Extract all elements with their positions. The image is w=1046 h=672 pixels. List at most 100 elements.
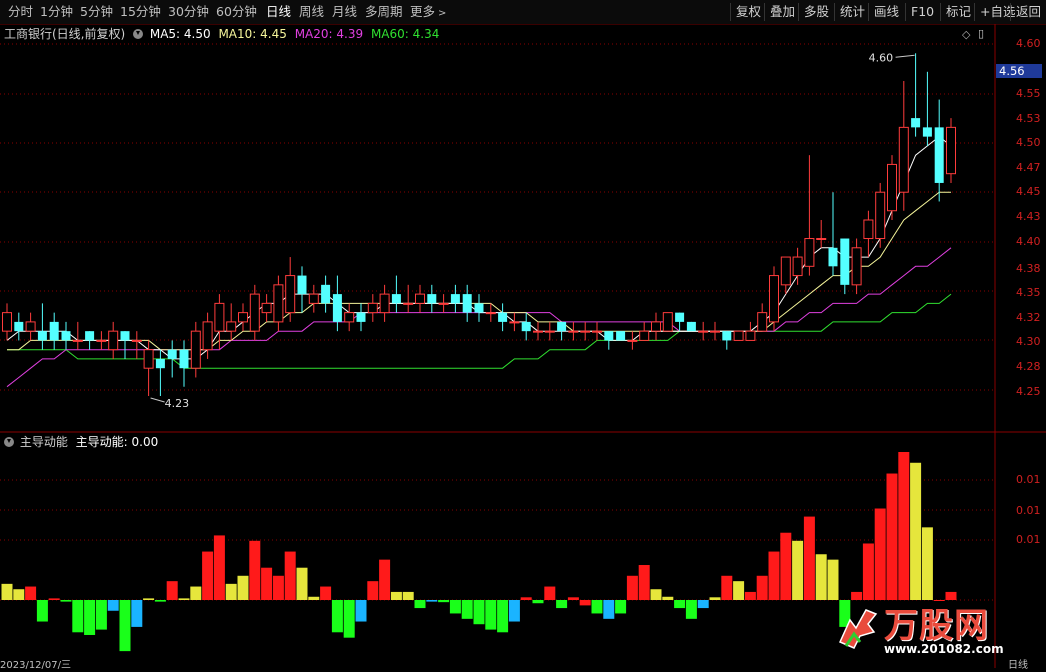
indicator-bar (84, 600, 96, 635)
indicator-bar (898, 452, 910, 600)
candle-body (427, 294, 437, 304)
indicator-bar (107, 600, 119, 611)
indicator-bar (780, 532, 792, 600)
kline-chart[interactable]: 4.60 4.23 (0, 0, 1046, 668)
indicator-bar (862, 543, 874, 600)
period-tab-5min[interactable]: 5分钟 (80, 4, 113, 20)
high-annotation: 4.60 (869, 51, 894, 64)
mark-button[interactable]: 标记 (940, 3, 971, 21)
ma10-label: MA10: 4.45 (218, 27, 287, 41)
indicator-bar (379, 559, 391, 600)
indicator-bar (343, 600, 355, 638)
period-tab-fenshi[interactable]: 分时 (8, 4, 33, 20)
indicator-bar (13, 589, 25, 600)
candle-body (167, 349, 177, 359)
candle-body (238, 312, 248, 323)
period-tab-1min[interactable]: 1分钟 (40, 4, 73, 20)
indicator-bar (237, 575, 249, 600)
candle-body (96, 339, 107, 342)
candle-body (308, 293, 319, 304)
indicator-bar (650, 589, 662, 600)
indicator-bar (154, 600, 166, 602)
candle-body (131, 339, 142, 342)
candle-body (568, 330, 579, 333)
candle-body (72, 339, 83, 342)
price-tick: 4.53 (1016, 112, 1041, 125)
indicator-bar (556, 600, 568, 609)
candle-body (580, 330, 591, 333)
candle-body (710, 330, 720, 333)
indicator-bar (25, 586, 37, 600)
candle-body (261, 302, 272, 314)
period-tab-60min[interactable]: 60分钟 (216, 4, 257, 20)
expand-panel-icon[interactable]: ▯ (978, 27, 984, 40)
candle-body (651, 321, 661, 332)
candle-body (662, 312, 673, 332)
price-tick: 4.43 (1016, 210, 1041, 223)
candle-body (179, 349, 189, 369)
candle-body (190, 330, 201, 369)
ma60-line (7, 293, 952, 369)
candle-body (604, 331, 614, 341)
candle-body (332, 294, 342, 322)
indicator-bar (461, 600, 473, 619)
ma20-label: MA20: 4.39 (294, 27, 364, 41)
candle-body (285, 275, 296, 314)
period-tab-15min[interactable]: 15分钟 (120, 4, 161, 20)
indicator-bar (36, 600, 48, 622)
indicator-bar (261, 567, 273, 600)
indicator-name: 主导动能 (19, 435, 68, 449)
indicator-bar (202, 551, 214, 600)
f10-button[interactable]: F10 (905, 3, 934, 21)
more-label: 更多 (410, 4, 436, 19)
indicator-bar (532, 600, 544, 604)
candle-body (14, 321, 24, 332)
indicator-bar (72, 600, 84, 633)
candle-body (415, 293, 425, 304)
draw-line-button[interactable]: 画线 (868, 3, 899, 21)
period-tab-30min[interactable]: 30分钟 (168, 4, 209, 20)
candle-body (557, 321, 567, 332)
candle-body (887, 163, 897, 212)
diamond-icon[interactable]: ◇ (962, 28, 970, 41)
statistics-button[interactable]: 统计 (834, 3, 865, 21)
candle-body (214, 302, 225, 332)
indicator-bar (567, 597, 579, 600)
back-button[interactable]: 返回 (1010, 3, 1041, 21)
indicator-bar (119, 600, 131, 652)
indicator-bar (331, 600, 343, 633)
indicator-bar (60, 600, 72, 602)
indicator-tick: 0.01 (1016, 473, 1041, 486)
period-tab-more[interactable]: 更多 > (410, 4, 446, 20)
candle-body (792, 256, 803, 277)
indicator-bar (473, 600, 485, 625)
indicator-bar (626, 575, 638, 600)
candle-body (911, 118, 921, 128)
watermark-url: www.201082.com (884, 642, 1004, 656)
candle-body (25, 321, 36, 332)
dropdown-circle-icon[interactable] (4, 437, 14, 447)
indicator-bar (414, 600, 426, 609)
overlay-button[interactable]: 叠加 (764, 3, 795, 21)
ma5-label: MA5: 4.50 (149, 27, 211, 41)
indicator-bar (178, 598, 190, 600)
restore-rights-button[interactable]: 复权 (730, 3, 761, 21)
multi-stock-button[interactable]: 多股 (798, 3, 829, 21)
period-tab-weekly[interactable]: 周线 (299, 4, 324, 20)
price-tick: 4.28 (1016, 360, 1041, 373)
candle-body (840, 238, 850, 285)
period-tab-multi[interactable]: 多周期 (365, 4, 403, 20)
price-tick: 4.25 (1016, 385, 1041, 398)
candle-body (757, 312, 768, 332)
period-tab-daily[interactable]: 日线 (266, 4, 291, 20)
candle-body (485, 312, 496, 315)
candle-body (450, 294, 460, 304)
indicator-bar (662, 596, 674, 600)
main-chart-header: 工商银行(日线,前复权) MA5: 4.50 MA10: 4.45 MA20: … (4, 26, 439, 42)
candle-body (592, 330, 602, 333)
period-tab-monthly[interactable]: 月线 (332, 4, 357, 20)
indicator-bar (697, 600, 709, 609)
indicator-bar (190, 586, 202, 600)
dropdown-circle-icon[interactable] (133, 29, 144, 39)
indicator-bar (815, 554, 827, 600)
